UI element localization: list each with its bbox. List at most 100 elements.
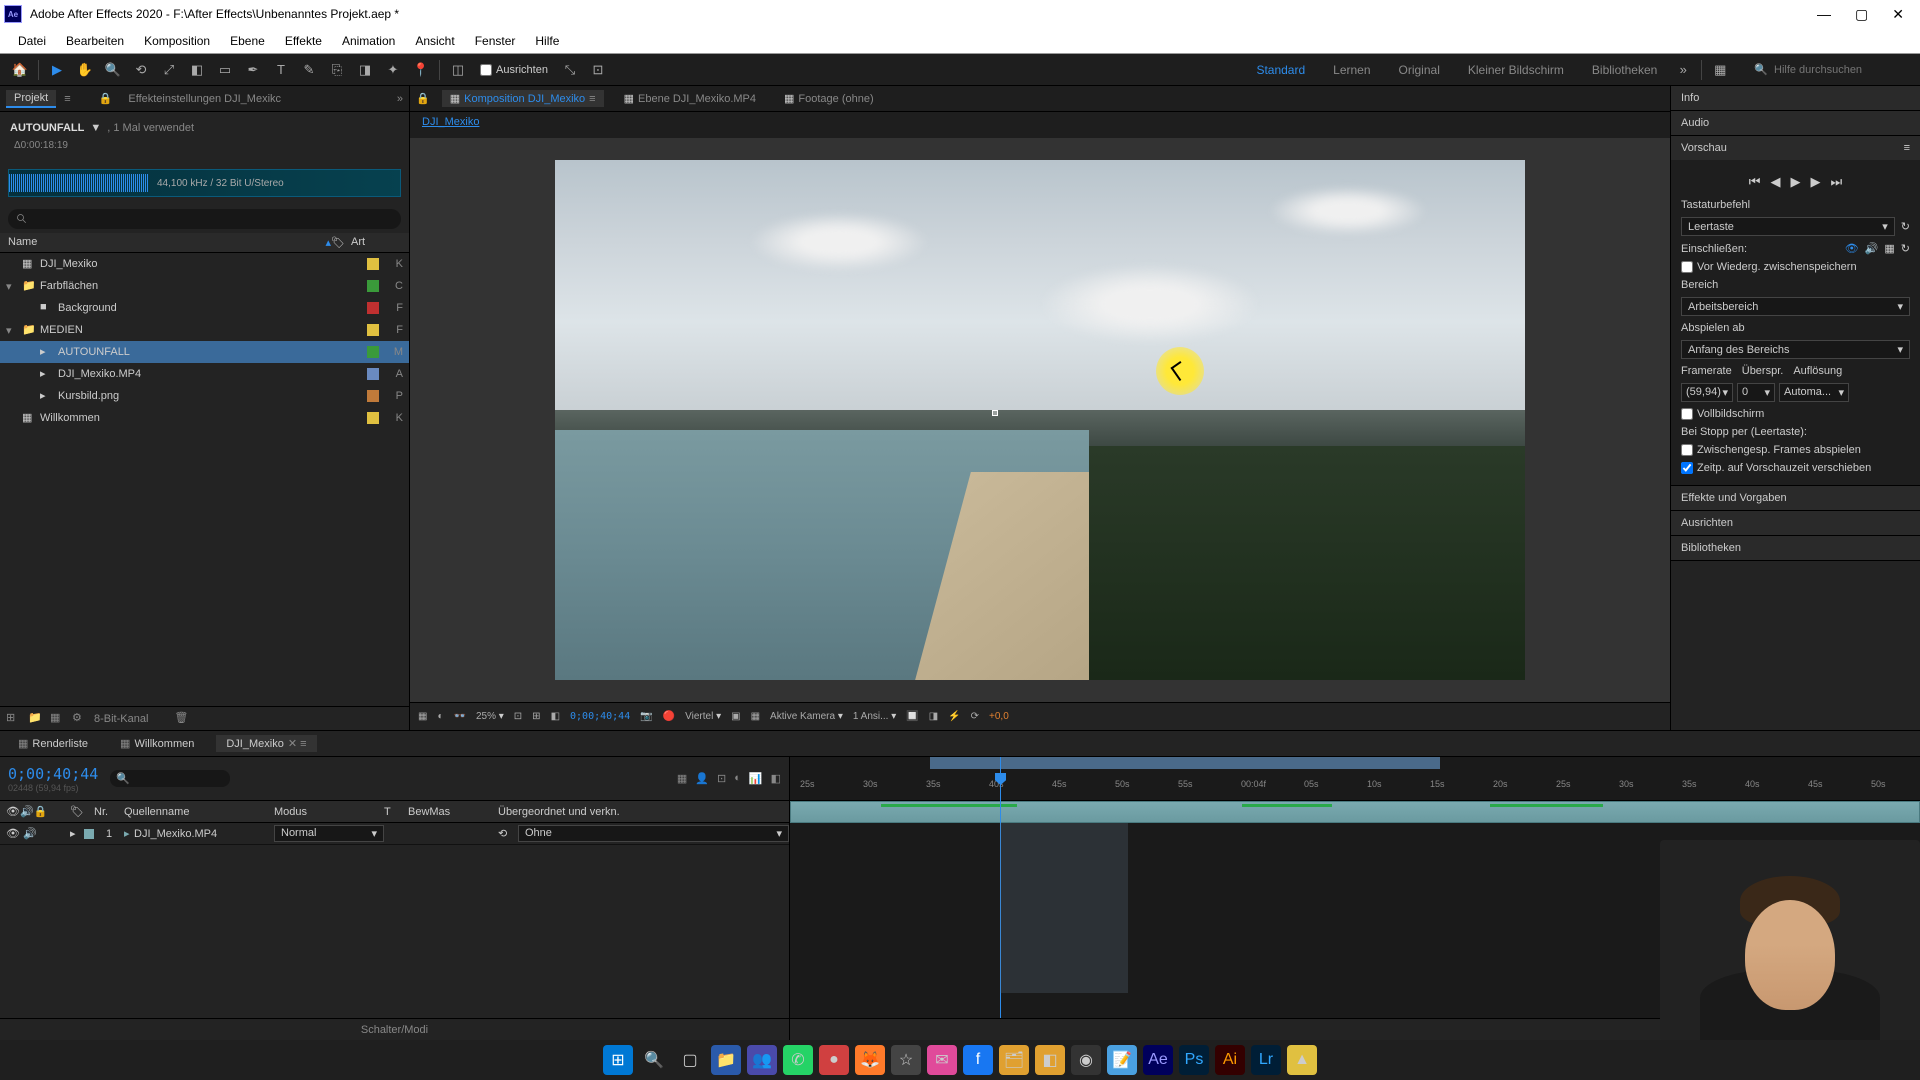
view-icon-3[interactable]: ⚡: [948, 711, 960, 722]
first-frame-button[interactable]: ⏮: [1749, 174, 1761, 190]
menu-hilfe[interactable]: Hilfe: [525, 34, 569, 48]
trash-icon[interactable]: 🗑: [174, 711, 190, 727]
taskbar-taskview-icon[interactable]: ▢: [675, 1045, 705, 1075]
eraser-tool[interactable]: ◨: [353, 58, 377, 82]
taskbar-app2-icon[interactable]: ☆: [891, 1045, 921, 1075]
shy-icon[interactable]: 👤: [695, 772, 709, 785]
snap-option-1[interactable]: ⤡: [558, 58, 582, 82]
close-button[interactable]: ✕: [1892, 6, 1904, 23]
work-area-bar[interactable]: [930, 757, 1440, 769]
rect-tool[interactable]: ▭: [213, 58, 237, 82]
res-icon[interactable]: ⊡: [514, 711, 522, 722]
workspace-original[interactable]: Original: [1399, 63, 1440, 77]
project-item[interactable]: ▦DJI_MexikoK: [0, 253, 409, 275]
project-search[interactable]: [8, 209, 401, 229]
exposure-value[interactable]: +0,0: [989, 711, 1009, 722]
home-button[interactable]: 🏠: [8, 58, 32, 82]
audio-toggle-icon[interactable]: 🔊: [1865, 242, 1879, 255]
taskbar-obs-icon[interactable]: ◉: [1071, 1045, 1101, 1075]
taskbar-ae-icon[interactable]: Ae: [1143, 1045, 1173, 1075]
help-search-input[interactable]: [1774, 64, 1914, 76]
range-select[interactable]: Arbeitsbereich▾: [1681, 297, 1910, 316]
taskbar-explorer-icon[interactable]: 📁: [711, 1045, 741, 1075]
taskbar-messenger-icon[interactable]: ✉: [927, 1045, 957, 1075]
transparency-icon[interactable]: ▦: [751, 711, 760, 722]
taskbar-files-icon[interactable]: 🗂: [999, 1045, 1029, 1075]
timecode-display[interactable]: 0;00;40;44: [570, 711, 630, 722]
project-tab[interactable]: Projekt: [6, 90, 56, 108]
region-icon[interactable]: ▣: [731, 711, 740, 722]
align-panel-header[interactable]: Ausrichten: [1671, 511, 1920, 535]
project-item[interactable]: ▾📁MEDIENF: [0, 319, 409, 341]
mode-select[interactable]: Normal▾: [274, 825, 384, 842]
taskbar-notepad-icon[interactable]: 📝: [1107, 1045, 1137, 1075]
workspace-lernen[interactable]: Lernen: [1333, 63, 1370, 77]
interpret-icon[interactable]: ⊞: [6, 711, 22, 727]
cachedframes-checkbox[interactable]: Zwischengesp. Frames abspielen: [1681, 441, 1910, 459]
orbit-tool[interactable]: ⟲: [129, 58, 153, 82]
menu-ebene[interactable]: Ebene: [220, 34, 275, 48]
comp-flowchart[interactable]: DJI_Mexiko: [410, 112, 1670, 138]
comp-mini-icon[interactable]: ▦: [677, 772, 687, 785]
views-select[interactable]: 1 Ansi... ▾: [853, 711, 896, 722]
color-icon[interactable]: 🔴: [663, 711, 675, 722]
switches-toggle[interactable]: Schalter/Modi: [0, 1018, 789, 1040]
taskbar-start-icon[interactable]: ⊞: [603, 1045, 633, 1075]
taskbar-ai-icon[interactable]: Ai: [1215, 1045, 1245, 1075]
grid-icon[interactable]: ⊞: [532, 711, 540, 722]
timeline-tab[interactable]: ▦ Willkommen: [110, 735, 204, 752]
loop-icon[interactable]: ↻: [1901, 242, 1910, 255]
menu-effekte[interactable]: Effekte: [275, 34, 332, 48]
libraries-panel-header[interactable]: Bibliotheken: [1671, 536, 1920, 560]
project-item[interactable]: ▸Kursbild.pngP: [0, 385, 409, 407]
graph-editor-icon[interactable]: 📊: [749, 772, 763, 785]
col-name[interactable]: Name: [8, 236, 325, 249]
mask-icon[interactable]: ◐: [437, 711, 443, 722]
frame-blend-icon[interactable]: ⊡: [717, 772, 726, 785]
pen-tool[interactable]: ✒: [241, 58, 265, 82]
workspace-reset[interactable]: ▦: [1708, 58, 1732, 82]
alpha-icon[interactable]: ▦: [418, 711, 427, 722]
taskbar-lr-icon[interactable]: Lr: [1251, 1045, 1281, 1075]
last-frame-button[interactable]: ⏭: [1831, 174, 1843, 190]
clone-tool[interactable]: ⎘: [325, 58, 349, 82]
res-select[interactable]: Viertel ▾: [685, 711, 721, 722]
timeline-tab[interactable]: ▦ Renderliste: [8, 735, 98, 752]
timeline-tab[interactable]: DJI_Mexiko ✕ ≡: [216, 735, 316, 752]
layer-bar[interactable]: [790, 801, 1920, 823]
playfrom-select[interactable]: Anfang des Bereichs▾: [1681, 340, 1910, 359]
view-icon-4[interactable]: ⟳: [971, 711, 979, 722]
type-tool[interactable]: T: [269, 58, 293, 82]
preview-panel-header[interactable]: Vorschau≡: [1671, 136, 1920, 160]
hand-tool[interactable]: ✋: [73, 58, 97, 82]
prev-frame-button[interactable]: ◀: [1771, 174, 1781, 190]
taskbar-firefox-icon[interactable]: 🦊: [855, 1045, 885, 1075]
overlay-toggle-icon[interactable]: ▦: [1884, 242, 1894, 255]
taskbar-search-icon[interactable]: 🔍: [639, 1045, 669, 1075]
brainstorm-icon[interactable]: ◧: [771, 772, 781, 785]
project-item[interactable]: ▦WillkommenK: [0, 407, 409, 429]
comp-tab[interactable]: ▦Ebene DJI_Mexiko.MP4: [616, 90, 764, 107]
timeline-layer-row[interactable]: 👁 🔊 ▸ 1 ▸ DJI_Mexiko.MP4 Normal▾ ⟲ Ohne▾: [0, 823, 789, 845]
tool-option[interactable]: ◫: [446, 58, 470, 82]
shortcut-select[interactable]: Leertaste▾: [1681, 217, 1895, 236]
play-button[interactable]: ▶: [1791, 174, 1801, 190]
camera-select[interactable]: Aktive Kamera ▾: [770, 711, 843, 722]
selection-tool[interactable]: ▶: [45, 58, 69, 82]
asset-dropdown[interactable]: ▼: [90, 122, 101, 134]
menu-komposition[interactable]: Komposition: [134, 34, 220, 48]
taskbar-app1-icon[interactable]: ●: [819, 1045, 849, 1075]
channel-icon[interactable]: ◧: [551, 711, 560, 722]
taskbar-whatsapp-icon[interactable]: ✆: [783, 1045, 813, 1075]
taskbar-teams-icon[interactable]: 👥: [747, 1045, 777, 1075]
timeline-search[interactable]: 🔍: [110, 770, 230, 787]
taskbar-app3-icon[interactable]: ◧: [1035, 1045, 1065, 1075]
project-item[interactable]: ■BackgroundF: [0, 297, 409, 319]
new-comp-icon[interactable]: ▦: [50, 711, 66, 727]
timeline-timecode[interactable]: 0;00;40;44: [8, 765, 98, 783]
resolution-input[interactable]: Automa...▾: [1779, 383, 1849, 402]
video-toggle-icon[interactable]: 👁: [1845, 242, 1859, 255]
effects-panel-header[interactable]: Effekte und Vorgaben: [1671, 486, 1920, 510]
rotate-tool[interactable]: ⤢: [157, 58, 181, 82]
motion-blur-icon[interactable]: ◐: [734, 772, 741, 785]
